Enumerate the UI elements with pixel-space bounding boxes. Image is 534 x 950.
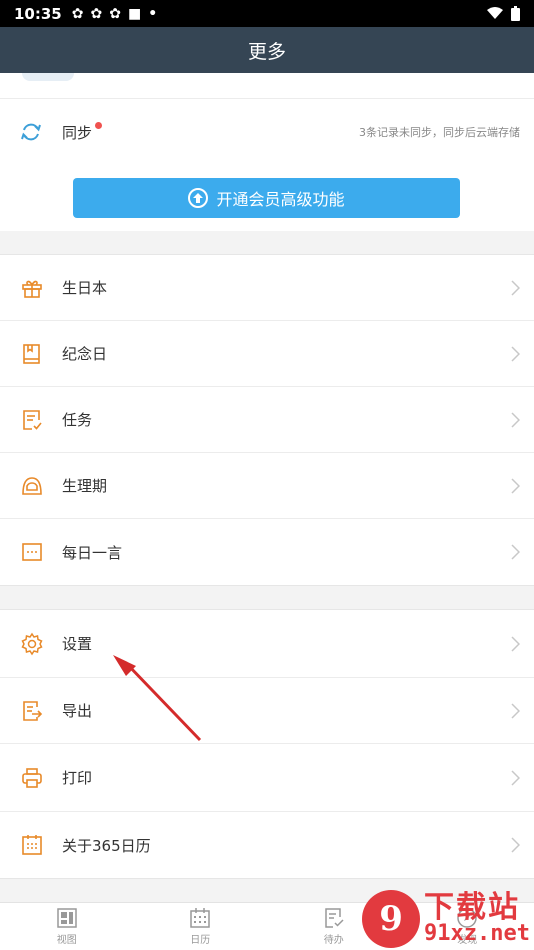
menu-item-daily-quote[interactable]: 每日一言 — [0, 519, 534, 585]
task-icon — [23, 409, 42, 430]
tab-calendar[interactable]: 日历 — [134, 903, 268, 950]
menu-item-label: 关于365日历 — [62, 836, 151, 855]
menu-item-about[interactable]: 关于365日历 — [0, 812, 534, 878]
dot-icon: • — [148, 5, 158, 22]
menu-item-settings[interactable]: 设置 — [0, 610, 534, 678]
battery-icon — [511, 6, 520, 21]
quote-icon — [22, 543, 42, 561]
watermark-logo: 9 — [362, 890, 421, 948]
menu-item-label: 设置 — [62, 635, 93, 653]
notification-icon: ✿ — [90, 5, 103, 22]
tab-label: 视图 — [56, 935, 77, 946]
sync-icon — [21, 123, 41, 141]
menu-item-export[interactable]: 导出 — [0, 678, 534, 744]
menu-item-print[interactable]: 打印 — [0, 744, 534, 812]
calendar-tab-icon — [190, 908, 210, 928]
wifi-icon — [487, 7, 503, 19]
sync-label: 同步 — [62, 124, 93, 142]
notification-square-icon: ■ — [127, 5, 142, 22]
menu-item-label: 打印 — [62, 769, 93, 787]
menu-item-label: 生日本 — [62, 279, 108, 297]
sync-row[interactable]: 同步 3条记录未同步，同步后云端存储 — [0, 98, 534, 164]
menu-item-tasks[interactable]: 任务 — [0, 387, 534, 453]
features-list: 生日本 纪念日 任务 生理期 每日一言 — [0, 254, 534, 586]
chevron-right-icon — [511, 279, 520, 296]
menu-item-anniversary[interactable]: 纪念日 — [0, 321, 534, 387]
upload-arrow-icon — [188, 188, 209, 208]
book-icon — [23, 343, 40, 364]
export-icon — [23, 700, 43, 721]
menu-item-label: 纪念日 — [62, 345, 108, 363]
view-icon — [57, 908, 77, 928]
menu-item-birthday[interactable]: 生日本 — [0, 255, 534, 321]
chevron-right-icon — [511, 702, 520, 719]
menu-item-period[interactable]: 生理期 — [0, 453, 534, 519]
watermark-domain: 91xz.net — [424, 921, 530, 946]
menu-item-label: 任务 — [62, 411, 93, 429]
chevron-right-icon — [511, 769, 520, 786]
menu-item-label: 每日一言 — [62, 543, 123, 562]
calendar-icon — [22, 835, 42, 855]
chevron-right-icon — [511, 345, 520, 362]
tab-view[interactable]: 视图 — [0, 903, 134, 950]
tab-label: 待办 — [323, 935, 344, 946]
watermark-title: 下载站 — [424, 890, 521, 925]
todo-icon — [325, 908, 344, 928]
status-bar: 10:35 ✿ ✿ ✿ ■ • — [0, 0, 534, 27]
chevron-right-icon — [511, 635, 520, 652]
chevron-right-icon — [511, 837, 520, 853]
notification-icon: ✿ — [109, 5, 121, 22]
vip-upgrade-label: 开通会员高级功能 — [216, 190, 345, 209]
avatar[interactable] — [22, 73, 74, 81]
period-icon — [22, 476, 42, 495]
printer-icon — [22, 767, 42, 788]
chevron-right-icon — [511, 544, 520, 560]
settings-list: 设置 导出 打印 关于365日历 — [0, 609, 534, 879]
page-title: 更多 — [247, 40, 286, 63]
vip-upgrade-button[interactable]: 开通会员高级功能 — [73, 178, 460, 218]
chevron-right-icon — [511, 477, 520, 494]
tab-label: 日历 — [190, 935, 211, 946]
menu-item-label: 导出 — [62, 702, 93, 720]
notification-icon: ✿ — [71, 5, 84, 22]
gift-icon — [22, 280, 42, 298]
watermark: 9 下载站 91xz.net — [362, 890, 530, 948]
unsynced-badge — [95, 122, 102, 129]
sync-hint: 3条记录未同步，同步后云端存储 — [359, 126, 520, 139]
page-header: 更多 — [0, 27, 534, 73]
chevron-right-icon — [511, 411, 520, 428]
gear-icon — [21, 632, 43, 655]
status-time: 10:35 — [14, 4, 62, 23]
menu-item-label: 生理期 — [62, 477, 108, 495]
